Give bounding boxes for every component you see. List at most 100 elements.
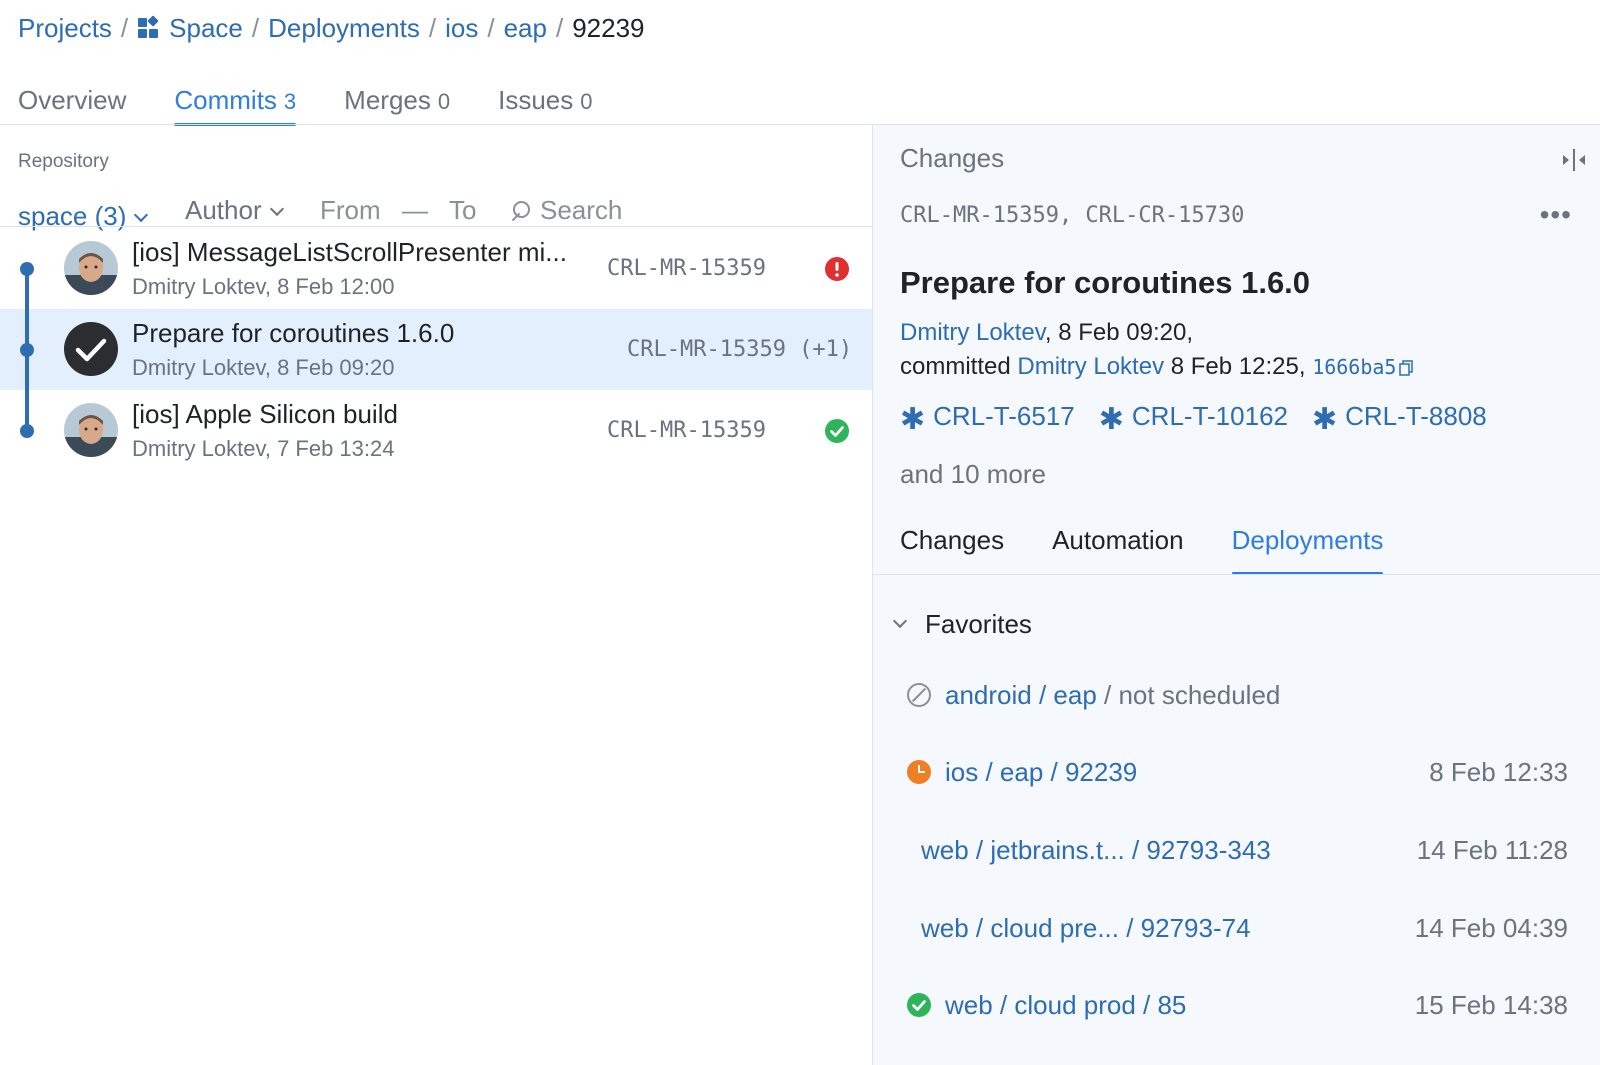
commit-detail-title: Prepare for coroutines 1.6.0 <box>900 265 1311 300</box>
issue-id: CRL-T-6517 <box>933 401 1075 431</box>
breadcrumb-projects[interactable]: Projects <box>18 13 112 44</box>
deployment-name: web / cloud prod / 85 <box>945 989 1187 1020</box>
issue-link[interactable]: ✱ CRL-T-10162 <box>1099 401 1288 434</box>
author-label: Author <box>185 195 262 225</box>
deployment-time: 14 Feb 04:39 <box>1414 912 1568 943</box>
tab-overview[interactable]: Overview <box>18 78 126 126</box>
favorites-label: Favorites <box>925 609 1032 639</box>
commit-title: [ios] MessageListScrollPresenter mi... <box>132 237 567 267</box>
top-tabs: Overview Commits 3 Merges 0 Issues 0 <box>18 78 641 126</box>
breadcrumb-separator: / <box>487 12 495 43</box>
breadcrumb-eap[interactable]: eap <box>504 13 547 44</box>
tab-issues[interactable]: Issues 0 <box>498 78 592 126</box>
deployment-target: android / eap <box>945 679 1097 710</box>
deployment-name: android / eap / not scheduled <box>945 680 1280 711</box>
deployment-name: web / jetbrains.t... / 92793-343 <box>921 834 1271 865</box>
deployment-row[interactable]: web / cloud pre... / 92793-74 14 Feb 04:… <box>907 908 1568 948</box>
filters-bar: Repository space (3) Author From — To Se… <box>18 149 872 231</box>
breadcrumb-deployments[interactable]: Deployments <box>268 13 420 44</box>
tab-count: 0 <box>437 89 451 114</box>
copy-icon[interactable] <box>1399 355 1414 376</box>
issue-id: CRL-T-10162 <box>1131 401 1288 431</box>
more-options-icon[interactable]: ••• <box>1540 201 1572 229</box>
tab-changes[interactable]: Changes <box>900 523 1004 575</box>
asterisk-icon: ✱ <box>1311 402 1338 436</box>
tab-label: Overview <box>18 85 127 115</box>
deployment-row[interactable]: ios / eap / 92239 8 Feb 12:33 <box>907 752 1568 792</box>
date-range-dash: — <box>402 195 428 225</box>
commit-details-pane: Changes CRL-MR-15359, CRL-CR-15730 ••• P… <box>873 125 1600 1065</box>
deployment-row[interactable]: web / jetbrains.t... / 92793-343 14 Feb … <box>907 830 1568 870</box>
merge-request-ref[interactable]: CRL-MR-15359 <box>607 418 766 443</box>
committed-date: 8 Feb 12:25, <box>1164 353 1313 380</box>
tab-automation[interactable]: Automation <box>1052 523 1184 575</box>
search-icon <box>508 199 532 223</box>
tab-deployments[interactable]: Deployments <box>1231 523 1383 575</box>
commit-title: [ios] Apple Silicon build <box>132 399 398 429</box>
search-input[interactable]: Search <box>508 195 622 226</box>
committed-label: committed <box>900 353 1011 380</box>
avatar <box>64 403 118 457</box>
space-logo-icon <box>137 15 159 39</box>
tab-label: Issues <box>498 85 574 115</box>
author-dropdown[interactable]: Author <box>185 195 284 226</box>
breadcrumb-space[interactable]: Space <box>169 13 243 44</box>
issue-link[interactable]: ✱ CRL-T-6517 <box>900 401 1075 436</box>
divider <box>873 574 1600 575</box>
panel-title: Changes <box>900 143 1005 173</box>
commit-meta: Dmitry Loktev, 8 Feb 09:20 <box>132 355 395 380</box>
committer-link[interactable]: Dmitry Loktev <box>1017 353 1164 380</box>
detail-tabs: Changes Automation Deployments <box>900 523 1431 575</box>
success-status-icon <box>825 419 849 443</box>
author-line: Dmitry Loktev, 8 Feb 09:20, <box>900 319 1193 347</box>
commit-hash[interactable]: 1666ba5 <box>1312 355 1396 379</box>
commit-row[interactable]: [ios] Apple Silicon build Dmitry Loktev,… <box>0 390 872 471</box>
deployment-name: ios / eap / 92239 <box>945 756 1138 787</box>
issue-link[interactable]: ✱ CRL-T-8808 <box>1311 401 1487 436</box>
commit-list: [ios] MessageListScrollPresenter mi... D… <box>0 228 872 471</box>
from-date-field[interactable]: From <box>320 195 381 226</box>
deployment-state: / not scheduled <box>1096 679 1281 710</box>
merge-request-ref[interactable]: CRL-MR-15359 (+1) <box>627 337 852 362</box>
breadcrumb-separator: / <box>555 12 564 43</box>
commit-row-selected[interactable]: Prepare for coroutines 1.6.0 Dmitry Lokt… <box>0 309 872 390</box>
deployment-time: 14 Feb 11:28 <box>1416 834 1568 865</box>
search-placeholder: Search <box>540 195 623 225</box>
merge-request-ref[interactable]: CRL-MR-15359 <box>607 256 766 281</box>
breadcrumb-ios[interactable]: ios <box>445 13 478 44</box>
breadcrumb: Projects / Space / Deployments / ios / e… <box>18 10 645 46</box>
divider <box>0 226 872 227</box>
deployment-time: 15 Feb 14:38 <box>1414 989 1568 1020</box>
not-scheduled-icon <box>907 683 931 707</box>
success-status-icon <box>907 993 931 1017</box>
linked-issues: ✱ CRL-T-6517 ✱ CRL-T-10162 ✱ CRL-T-8808 <box>900 401 1511 436</box>
tab-label: Commits <box>174 85 277 115</box>
tab-label: Merges <box>344 85 431 115</box>
deployment-time: 8 Feb 12:33 <box>1429 756 1568 787</box>
asterisk-icon: ✱ <box>900 402 926 436</box>
tab-commits[interactable]: Commits 3 <box>174 78 296 126</box>
tab-count: 0 <box>580 89 593 114</box>
author-link[interactable]: Dmitry Loktev <box>900 319 1045 346</box>
commit-row[interactable]: [ios] MessageListScrollPresenter mi... D… <box>0 228 872 309</box>
selected-check-icon[interactable] <box>64 322 118 376</box>
commit-meta: Dmitry Loktev, 7 Feb 13:24 <box>132 436 395 461</box>
commit-meta: Dmitry Loktev, 8 Feb 12:00 <box>132 274 395 299</box>
chevron-down-icon <box>269 201 284 217</box>
more-issues-link[interactable]: and 10 more <box>900 459 1046 490</box>
avatar <box>64 241 118 295</box>
review-refs[interactable]: CRL-MR-15359, CRL-CR-15730 <box>900 203 1244 228</box>
deployment-row[interactable]: web / cloud prod / 85 15 Feb 14:38 <box>907 985 1568 1025</box>
collapse-panel-icon[interactable] <box>1560 147 1588 173</box>
tab-merges[interactable]: Merges 0 <box>344 78 450 126</box>
favorites-toggle[interactable]: Favorites <box>891 609 1032 640</box>
authored-date: , 8 Feb 09:20, <box>1044 319 1194 346</box>
chevron-down-icon <box>134 207 149 223</box>
to-date-field[interactable]: To <box>449 195 476 226</box>
breadcrumb-separator: / <box>251 12 260 43</box>
breadcrumb-separator: / <box>120 12 129 43</box>
breadcrumb-current: 92239 <box>572 12 645 43</box>
clock-icon <box>907 760 931 784</box>
deployment-row[interactable]: android / eap / not scheduled <box>907 675 1568 715</box>
chevron-down-icon <box>892 613 908 628</box>
